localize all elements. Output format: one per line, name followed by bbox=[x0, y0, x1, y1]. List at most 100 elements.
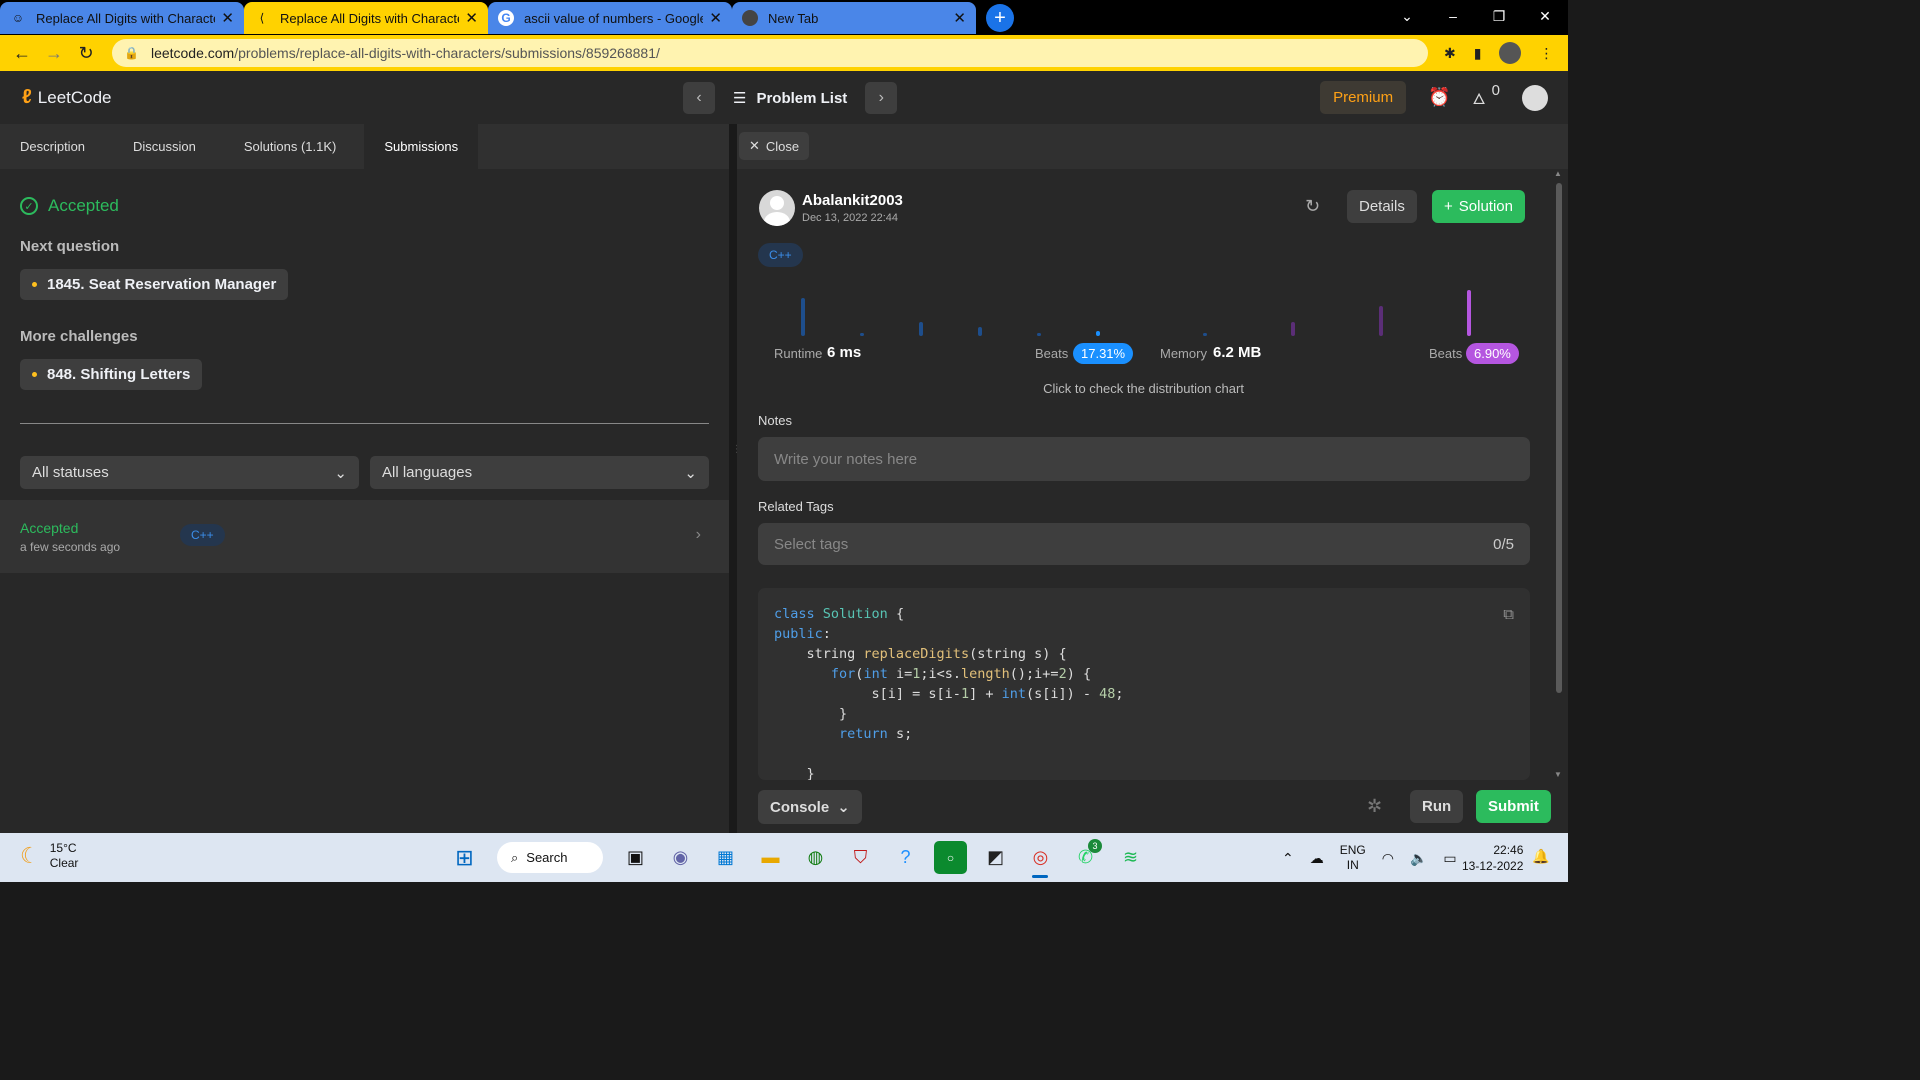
onedrive-icon[interactable]: ☁ bbox=[1310, 850, 1324, 867]
code-viewer[interactable]: class Solution {public: string replaceDi… bbox=[758, 588, 1530, 780]
battery-icon[interactable]: ▭ bbox=[1443, 850, 1456, 867]
code-line: } bbox=[774, 766, 815, 780]
problem-list-button[interactable]: ☰ Problem List bbox=[733, 89, 847, 108]
submitter-avatar[interactable] bbox=[759, 190, 795, 226]
premium-button[interactable]: Premium bbox=[1320, 81, 1407, 114]
tab-solutions[interactable]: Solutions (1.1K) bbox=[224, 124, 357, 169]
runtime-label: Runtime bbox=[774, 346, 823, 361]
submission-time: a few seconds ago bbox=[20, 540, 121, 554]
notes-input[interactable] bbox=[758, 437, 1530, 481]
side-panel-icon[interactable]: ▮ bbox=[1474, 45, 1482, 62]
scrollbar-thumb[interactable] bbox=[1556, 183, 1562, 693]
debug-bug-icon[interactable]: ✲ bbox=[1367, 796, 1382, 817]
close-icon[interactable]: ✕ bbox=[465, 9, 478, 27]
back-icon[interactable]: ← bbox=[6, 43, 38, 64]
submit-button[interactable]: Submit bbox=[1476, 790, 1551, 823]
temperature: 15°C bbox=[49, 841, 77, 855]
weather-widget[interactable]: ☾ 15°C Clear bbox=[20, 841, 78, 871]
copy-icon[interactable]: ⧉ bbox=[1503, 604, 1514, 624]
green-app-icon[interactable]: ○ bbox=[934, 841, 967, 874]
next-problem-button[interactable]: › bbox=[865, 82, 898, 114]
get-help-icon[interactable]: ? bbox=[889, 841, 922, 874]
refresh-icon[interactable]: ↻ bbox=[1305, 196, 1320, 217]
restore-icon[interactable]: ❐ bbox=[1476, 0, 1522, 33]
extensions-icon[interactable]: ✱ bbox=[1444, 45, 1456, 62]
more-challenge-chip[interactable]: 848. Shifting Letters bbox=[20, 359, 203, 390]
tab-description[interactable]: Description bbox=[0, 124, 105, 169]
chevron-up-icon[interactable]: ⌃ bbox=[1282, 850, 1294, 867]
reload-icon[interactable]: ↻ bbox=[70, 43, 102, 64]
forward-icon[interactable]: → bbox=[38, 43, 70, 64]
sticky-notes-icon[interactable]: ◩ bbox=[979, 841, 1012, 874]
tab-title: ascii value of numbers - Google S bbox=[524, 10, 704, 26]
next-question-chip[interactable]: 1845. Seat Reservation Manager bbox=[20, 269, 289, 300]
left-panel: Description Discussion Solutions (1.1K) … bbox=[0, 124, 729, 833]
distribution-hint[interactable]: Click to check the distribution chart bbox=[737, 381, 1550, 396]
code-line: string replaceDigits(string s) { bbox=[774, 646, 1067, 662]
whatsapp-icon[interactable]: ✆ 3 bbox=[1069, 839, 1102, 874]
xbox-app-icon[interactable]: ◍ bbox=[799, 841, 832, 874]
language-filter-dropdown[interactable]: All languages ⌄ bbox=[370, 456, 709, 489]
scroll-up-icon[interactable]: ▲ bbox=[1554, 169, 1562, 178]
submitter-name[interactable]: Abalankit2003 bbox=[802, 192, 903, 209]
taskbar-search[interactable]: ⌕ Search bbox=[497, 842, 603, 873]
run-button[interactable]: Run bbox=[1410, 790, 1464, 823]
tab-search-icon[interactable]: ⌄ bbox=[1384, 0, 1430, 33]
details-button[interactable]: Details bbox=[1347, 190, 1417, 223]
browser-tab-active[interactable]: ⟨ Replace All Digits with Characters ✕ bbox=[244, 2, 488, 34]
volume-icon[interactable]: 🔈 bbox=[1410, 850, 1427, 867]
user-avatar[interactable] bbox=[1522, 84, 1548, 111]
lock-icon[interactable]: 🔒 bbox=[124, 46, 139, 60]
menu-icon[interactable]: ⋮ bbox=[1539, 45, 1553, 62]
post-solution-button[interactable]: + Solution bbox=[1432, 190, 1525, 223]
minimize-icon[interactable]: – bbox=[1430, 0, 1476, 33]
panel-splitter[interactable]: ⋮ bbox=[729, 124, 742, 833]
mcafee-icon[interactable]: ⛉ bbox=[844, 841, 877, 874]
close-window-icon[interactable]: ✕ bbox=[1522, 0, 1568, 33]
close-icon[interactable]: ✕ bbox=[709, 9, 722, 27]
chevron-down-icon: ⌄ bbox=[837, 799, 850, 816]
scroll-down-icon[interactable]: ▼ bbox=[1554, 770, 1562, 779]
wifi-icon[interactable]: ◠ bbox=[1382, 850, 1394, 867]
spotify-icon[interactable]: ≋ bbox=[1114, 841, 1147, 874]
tab-title: New Tab bbox=[768, 10, 819, 26]
streak-count: 0 bbox=[1491, 82, 1500, 99]
system-clock[interactable]: 22:46 13-12-2022 bbox=[1462, 842, 1523, 874]
console-button[interactable]: Console ⌄ bbox=[758, 790, 862, 824]
close-icon[interactable]: ✕ bbox=[221, 9, 234, 27]
close-button[interactable]: ✕ Close bbox=[739, 132, 810, 160]
distribution-bar bbox=[978, 327, 982, 336]
input-language[interactable]: ENG IN bbox=[1340, 843, 1366, 873]
notification-bell-icon[interactable]: 🔔 bbox=[1532, 848, 1549, 865]
alarm-clock-icon[interactable]: ⏰ bbox=[1428, 87, 1450, 108]
browser-tab[interactable]: New Tab ✕ bbox=[732, 2, 976, 34]
file-explorer-icon[interactable]: ▬ bbox=[754, 841, 787, 874]
browser-tab[interactable]: G ascii value of numbers - Google S ✕ bbox=[488, 2, 732, 34]
tab-discussion[interactable]: Discussion bbox=[113, 124, 216, 169]
chrome-taskbar-icon[interactable]: ◎ bbox=[1024, 841, 1057, 878]
distribution-mini-chart[interactable] bbox=[737, 284, 1568, 336]
tab-submissions[interactable]: Submissions bbox=[364, 124, 479, 169]
windows-start-icon[interactable]: ⊞ bbox=[448, 841, 481, 874]
code-line: public: bbox=[774, 626, 831, 642]
notes-label: Notes bbox=[758, 413, 792, 428]
scrollbar[interactable]: ▲ ▼ bbox=[1554, 169, 1564, 779]
url-field[interactable]: 🔒 leetcode.com/problems/replace-all-digi… bbox=[112, 39, 1568, 868]
submission-status: Accepted bbox=[20, 520, 79, 536]
prev-problem-button[interactable]: ‹ bbox=[683, 82, 715, 114]
browser-tab[interactable]: ☺ Replace All Digits with Characters ✕ bbox=[0, 2, 244, 34]
microsoft-store-icon[interactable]: ▦ bbox=[709, 841, 742, 874]
new-tab-button[interactable]: + bbox=[986, 4, 1014, 32]
leetcode-logo[interactable]: ℓ LeetCode bbox=[22, 86, 112, 109]
task-view-icon[interactable]: ▣ bbox=[619, 841, 652, 874]
distribution-bar bbox=[1037, 333, 1041, 336]
tags-select[interactable]: Select tags 0/5 bbox=[758, 523, 1530, 565]
teams-chat-icon[interactable]: ◉ bbox=[664, 841, 697, 874]
submission-row[interactable]: Accepted a few seconds ago C++ › bbox=[0, 500, 729, 573]
status-filter-dropdown[interactable]: All statuses ⌄ bbox=[20, 456, 359, 489]
streak-counter[interactable]: 🜂 0 bbox=[1473, 82, 1500, 113]
check-circle-icon: ✓ bbox=[20, 197, 38, 215]
profile-avatar[interactable] bbox=[1499, 42, 1522, 64]
close-icon[interactable]: ✕ bbox=[953, 9, 966, 27]
divider bbox=[20, 423, 709, 424]
